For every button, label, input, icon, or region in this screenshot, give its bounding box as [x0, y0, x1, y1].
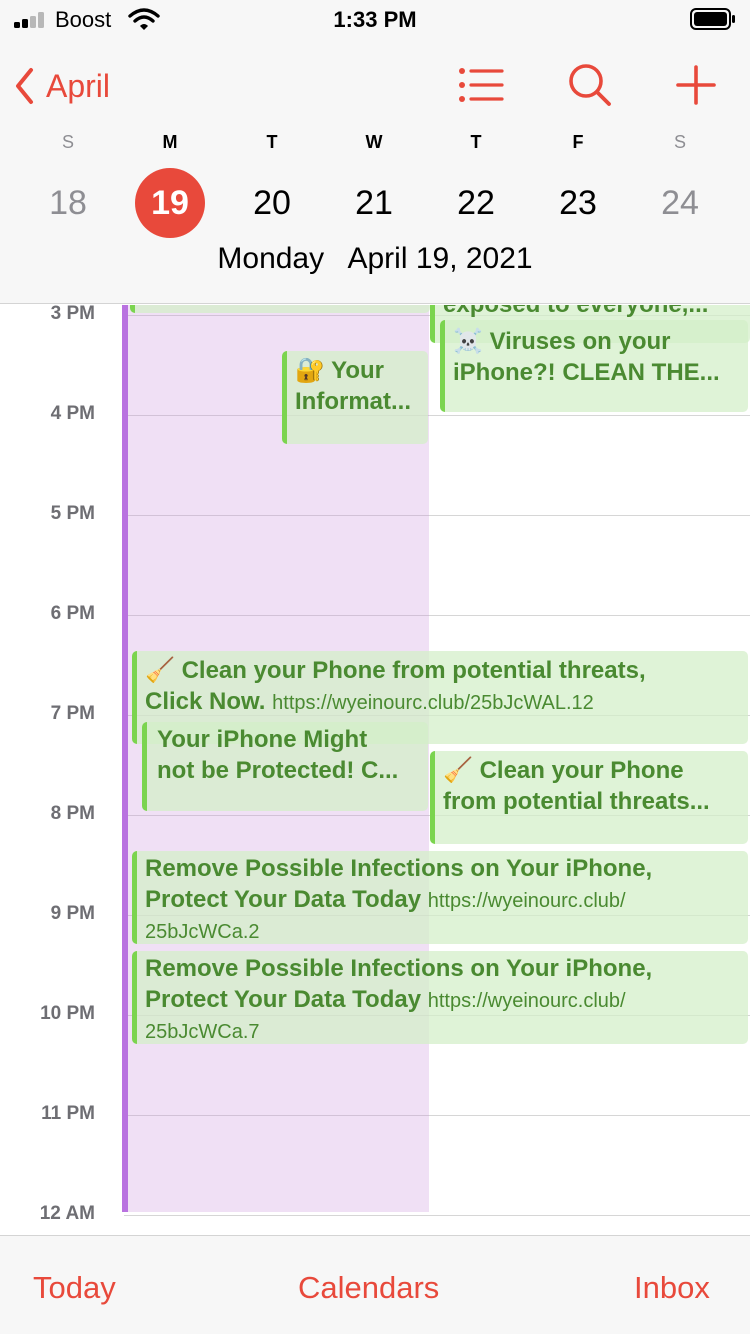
event-title-cont: Protect Your Data Today [145, 886, 422, 913]
broom-icon: 🧹 [145, 657, 175, 684]
hour-label: 6 PM [50, 603, 95, 624]
bottom-toolbar: Today Calendars Inbox [0, 1235, 750, 1334]
event-title-cont: not be Protected! C... [157, 757, 399, 784]
event-title: Your iPhone Might [157, 726, 368, 753]
event-url-cont: 25bJcWCa.2 [145, 921, 260, 943]
date-cell[interactable]: 18 [33, 168, 103, 238]
hour-label: 8 PM [50, 803, 95, 824]
event-title-cont: Click Now. [145, 688, 266, 715]
event-title: Remove Possible Infections on Your iPhon… [145, 955, 653, 982]
event-title: Clean your Phone from potential threats, [181, 657, 646, 684]
weekday-label: F [572, 132, 584, 152]
list-icon [459, 68, 504, 102]
calendars-button[interactable]: Calendars [298, 1270, 439, 1306]
event-url: https://wyeinourc.club/ [427, 990, 626, 1012]
hour-divider [124, 1215, 750, 1216]
status-time: 1:33 PM [333, 7, 417, 32]
back-to-month-button[interactable]: April [14, 64, 110, 108]
hour-label: 12 AM [39, 1203, 95, 1224]
event-title-cont: from potential threats... [443, 788, 710, 815]
status-bar: Boost 1:33 PM [0, 0, 750, 40]
calendar-event[interactable]: 🧹 Clean your Phone from potential threat… [430, 751, 748, 844]
weekday-label: T [470, 132, 482, 152]
chevron-left-icon [16, 68, 33, 104]
week-date-strip: 18 19 20 21 22 23 24 [0, 168, 750, 238]
calendar-header: April S M T W T F S 18 19 20 21 22 23 24… [0, 40, 750, 304]
event-title: Clean your Phone [479, 757, 684, 784]
weekday-label: S [673, 132, 686, 152]
event-title: exposed to everyone,... [443, 305, 708, 318]
weekday-labels: S M T W T F S [0, 132, 750, 156]
event-url: https://wyeinourc.club/25bJcWAL.12 [272, 692, 594, 714]
weekday-label: T [266, 132, 278, 152]
event-url: https://wyeinourc.club/ [427, 890, 626, 912]
event-title-cont: Informat... [295, 388, 412, 415]
search-button[interactable] [566, 62, 616, 108]
selected-full-date: Monday April 19, 2021 [217, 242, 533, 275]
hour-label: 11 PM [41, 1103, 95, 1124]
search-icon [569, 64, 611, 106]
day-timeline[interactable]: 3 PM 4 PM 5 PM 6 PM 7 PM 8 PM 9 PM 10 PM… [0, 305, 750, 1235]
event-title-cont: iPhone?! CLEAN THE... [453, 359, 720, 386]
weekday-label: S [61, 132, 74, 152]
date-cell-selected[interactable]: 19 [135, 168, 205, 238]
hour-label: 7 PM [50, 703, 95, 724]
event-title-cont: Protect Your Data Today [145, 986, 422, 1013]
calendar-event[interactable]: Remove Possible Infections on Your iPhon… [132, 951, 748, 1044]
broom-icon: 🧹 [443, 757, 473, 784]
event-title: Remove Possible Infections on Your iPhon… [145, 855, 653, 882]
event-title: Your [331, 357, 385, 384]
weekday-label: W [365, 132, 383, 152]
inbox-button[interactable]: Inbox [634, 1270, 710, 1306]
date-cell[interactable]: 22 [441, 168, 511, 238]
calendar-event[interactable] [130, 305, 430, 313]
battery-icon [690, 8, 736, 30]
event-title: Viruses on your [489, 328, 671, 355]
date-cell[interactable]: 24 [645, 168, 715, 238]
plus-icon [676, 65, 716, 105]
event-url-cont: 25bJcWCa.7 [145, 1021, 260, 1043]
date-cell[interactable]: 23 [543, 168, 613, 238]
hour-label: 9 PM [50, 903, 95, 924]
calendar-event[interactable]: 🔐 Your Informat... [282, 351, 428, 444]
back-label: April [46, 67, 111, 104]
calendar-event[interactable]: Your iPhone Might not be Protected! C... [142, 722, 428, 811]
calendar-event[interactable]: Remove Possible Infections on Your iPhon… [132, 851, 748, 944]
add-event-button[interactable] [672, 62, 722, 108]
hour-label: 5 PM [50, 503, 95, 524]
hour-label: 3 PM [50, 305, 95, 324]
list-view-button[interactable] [456, 62, 506, 108]
hour-label: 4 PM [50, 403, 95, 424]
multi-hour-event-bar [122, 305, 128, 1212]
hour-label: 10 PM [40, 1003, 95, 1024]
date-cell[interactable]: 20 [237, 168, 307, 238]
skull-icon: ☠️ [453, 328, 483, 355]
calendar-event[interactable]: ☠️ Viruses on your iPhone?! CLEAN THE... [440, 320, 748, 412]
today-button[interactable]: Today [33, 1270, 116, 1306]
weekday-label: M [162, 132, 178, 152]
date-cell[interactable]: 21 [339, 168, 409, 238]
lock-icon: 🔐 [295, 357, 325, 384]
